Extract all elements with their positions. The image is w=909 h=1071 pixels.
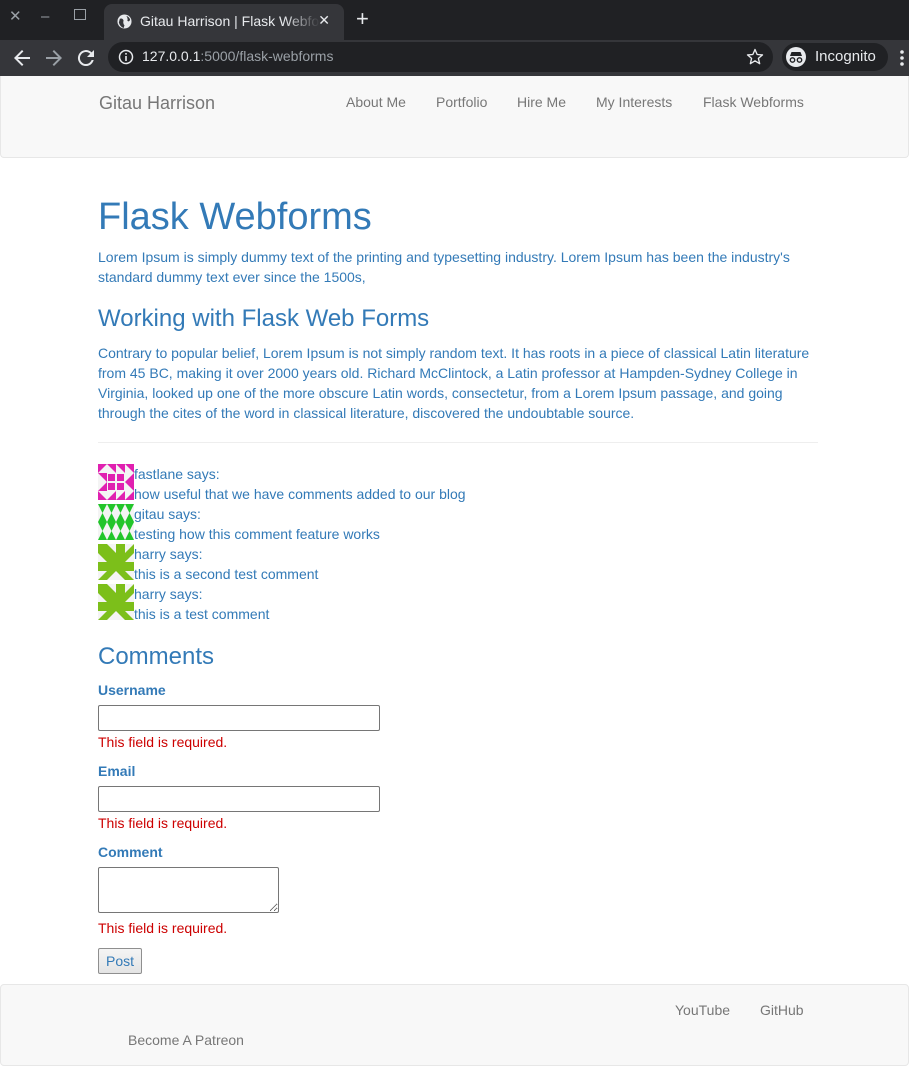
footer-link-youtube[interactable]: YouTube bbox=[675, 1002, 730, 1018]
comment-author: harry says: bbox=[134, 586, 203, 602]
tab-close-icon[interactable]: ✕ bbox=[318, 12, 330, 29]
comment-error: This field is required. bbox=[98, 920, 228, 936]
username-field[interactable] bbox=[98, 705, 380, 731]
username-label: Username bbox=[98, 682, 166, 698]
url-path: :5000/flask-webforms bbox=[200, 48, 334, 64]
comment-body: this is a test comment bbox=[134, 606, 270, 622]
site-info-icon[interactable] bbox=[118, 49, 134, 65]
incognito-label: Incognito bbox=[815, 48, 876, 65]
nav-link-portfolio[interactable]: Portfolio bbox=[436, 94, 487, 110]
email-field[interactable] bbox=[98, 786, 380, 812]
tab-title: Gitau Harrison | Flask Webforms bbox=[140, 13, 320, 29]
forward-arrow-icon[interactable] bbox=[42, 46, 66, 70]
section-paragraph: Contrary to popular belief, Lorem Ipsum … bbox=[98, 345, 810, 421]
username-error: This field is required. bbox=[98, 734, 228, 750]
url-host: 127.0.0.1 bbox=[142, 48, 201, 64]
comments-heading: Comments bbox=[98, 643, 215, 670]
window-maximize-icon[interactable] bbox=[74, 9, 86, 20]
comment-item: harry says: this is a second test commen… bbox=[98, 544, 818, 584]
new-tab-icon[interactable]: + bbox=[356, 6, 369, 32]
browser-toolbar: 127.0.0.1:5000/flask-webforms Incognito bbox=[0, 40, 909, 76]
comment-item: harry says: this is a test comment bbox=[98, 584, 818, 624]
footer-link-github[interactable]: GitHub bbox=[760, 1002, 804, 1018]
back-arrow-icon[interactable] bbox=[10, 46, 34, 70]
footer-link-patreon[interactable]: Become A Patreon bbox=[128, 1032, 244, 1048]
comment-body: testing how this comment feature works bbox=[134, 526, 380, 542]
url-text: 127.0.0.1:5000/flask-webforms bbox=[142, 48, 333, 64]
browser-tabstrip: ✕ – Gitau Harrison | Flask Webforms ✕ + bbox=[0, 0, 909, 40]
comment-item: fastlane says: how useful that we have c… bbox=[98, 464, 818, 504]
comment-body: this is a second test comment bbox=[134, 566, 319, 582]
window-minimize-icon[interactable]: – bbox=[41, 8, 49, 26]
post-button[interactable]: Post bbox=[98, 948, 142, 974]
avatar bbox=[98, 584, 134, 620]
globe-icon bbox=[117, 14, 132, 29]
avatar bbox=[98, 504, 134, 540]
nav-link-about-me[interactable]: About Me bbox=[346, 94, 406, 110]
nav-link-flask-webforms[interactable]: Flask Webforms bbox=[703, 94, 804, 110]
nav-link-hire-me[interactable]: Hire Me bbox=[517, 94, 566, 110]
browser-menu-icon[interactable] bbox=[895, 48, 909, 68]
intro-paragraph: Lorem Ipsum is simply dummy text of the … bbox=[98, 249, 790, 285]
avatar bbox=[98, 464, 134, 500]
incognito-indicator[interactable]: Incognito bbox=[782, 43, 888, 71]
window-close-icon[interactable]: ✕ bbox=[9, 8, 22, 26]
bookmark-star-icon[interactable] bbox=[745, 47, 765, 67]
nav-link-my-interests[interactable]: My Interests bbox=[596, 94, 672, 110]
avatar bbox=[98, 544, 134, 580]
divider bbox=[98, 442, 818, 443]
email-error: This field is required. bbox=[98, 815, 228, 831]
comment-body: how useful that we have comments added t… bbox=[134, 486, 466, 502]
email-label: Email bbox=[98, 763, 136, 779]
comment-author: gitau says: bbox=[134, 506, 201, 522]
navbar-brand[interactable]: Gitau Harrison bbox=[99, 93, 215, 114]
comment-author: harry says: bbox=[134, 546, 203, 562]
site-navbar: Gitau Harrison About Me Portfolio Hire M… bbox=[0, 76, 909, 158]
section-title: Working with Flask Web Forms bbox=[98, 305, 430, 332]
reload-icon[interactable] bbox=[74, 46, 98, 70]
comment-item: gitau says: testing how this comment fea… bbox=[98, 504, 818, 544]
incognito-icon bbox=[786, 47, 806, 67]
browser-tab[interactable]: Gitau Harrison | Flask Webforms ✕ bbox=[104, 4, 344, 40]
address-bar[interactable]: 127.0.0.1:5000/flask-webforms bbox=[108, 42, 773, 72]
comment-field[interactable] bbox=[98, 867, 279, 913]
site-footer: YouTube GitHub Become A Patreon bbox=[0, 984, 909, 1066]
page-title: Flask Webforms bbox=[98, 196, 372, 238]
comment-label: Comment bbox=[98, 844, 163, 860]
comment-author: fastlane says: bbox=[134, 466, 220, 482]
